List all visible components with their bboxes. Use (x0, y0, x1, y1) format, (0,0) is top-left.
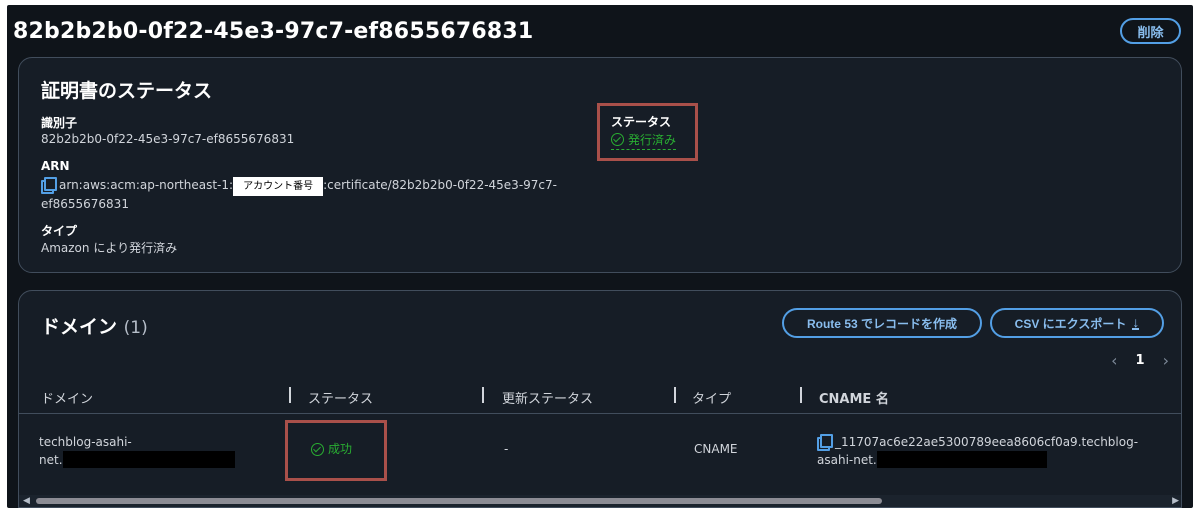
table-row-renewal-status: - (504, 442, 509, 456)
type-value: Amazon により発行済み (41, 241, 178, 255)
type-label: タイプ (41, 224, 78, 238)
create-route53-record-button[interactable]: Route 53 でレコードを作成 (782, 308, 982, 338)
next-page-button[interactable]: › (1163, 351, 1169, 370)
status-highlight-box (597, 103, 698, 161)
domain-redaction (62, 451, 235, 468)
column-header-cname-name[interactable]: CNAME 名 (819, 388, 889, 407)
page-title: 82b2b2b0-0f22-45e3-97c7-ef8655676831 (13, 19, 534, 44)
column-separator[interactable] (482, 387, 484, 403)
identifier-label: 識別子 (41, 116, 78, 130)
certificate-detail-page: 82b2b2b0-0f22-45e3-97c7-ef8655676831 削除 … (7, 5, 1193, 508)
arn-value: arn:aws:acm:ap-northeast-1: アカウント番号:certi… (41, 177, 601, 213)
page-number[interactable]: 1 (1136, 353, 1145, 368)
export-csv-button[interactable]: CSV にエクスポート ↓ (990, 308, 1164, 338)
scroll-left-icon[interactable]: ◀ (23, 496, 30, 506)
domain-line2: net. (39, 453, 63, 467)
column-separator[interactable] (289, 387, 291, 403)
domains-panel: ドメイン (1) Route 53 でレコードを作成 CSV にエクスポート ↓… (18, 290, 1182, 508)
column-header-type[interactable]: タイプ (692, 388, 731, 407)
domains-heading-text: ドメイン (41, 316, 118, 338)
domains-count: (1) (123, 318, 148, 338)
arn-suffix-line2: ef8655676831 (41, 197, 129, 211)
header-divider (19, 413, 1181, 414)
cname-redaction (876, 451, 1047, 468)
export-csv-label: CSV にエクスポート (1014, 316, 1127, 331)
column-header-domain[interactable]: ドメイン (41, 388, 93, 407)
column-separator[interactable] (674, 387, 676, 403)
scroll-right-icon[interactable]: ▶ (1172, 496, 1179, 506)
success-highlight-box (285, 420, 387, 481)
copy-icon[interactable] (41, 177, 57, 194)
account-number-redaction: アカウント番号 (233, 177, 324, 196)
pagination: ‹ 1 › (1111, 351, 1169, 370)
scrollbar-thumb[interactable] (36, 498, 882, 504)
column-header-status[interactable]: ステータス (308, 388, 373, 407)
cname-line2: asahi-net. (817, 453, 877, 467)
table-row-domain: techblog-asahi- net. (39, 434, 235, 469)
download-icon: ↓ (1132, 314, 1140, 330)
arn-prefix: arn:aws:acm:ap-northeast-1: (59, 178, 234, 192)
domains-heading: ドメイン (1) (41, 312, 148, 339)
certificate-status-heading: 証明書のステータス (41, 80, 213, 102)
column-separator[interactable] (800, 387, 802, 403)
copy-icon[interactable] (817, 434, 833, 451)
arn-suffix: :certificate/82b2b2b0-0f22-45e3-97c7- (323, 178, 557, 192)
arn-label: ARN (41, 159, 70, 173)
previous-page-button[interactable]: ‹ (1111, 351, 1117, 370)
certificate-status-panel: 証明書のステータス 識別子 82b2b2b0-0f22-45e3-97c7-ef… (18, 57, 1182, 273)
identifier-value: 82b2b2b0-0f22-45e3-97c7-ef8655676831 (41, 132, 295, 146)
column-header-renewal-status[interactable]: 更新ステータス (502, 388, 593, 407)
horizontal-scrollbar[interactable]: ◀ ▶ (19, 495, 1181, 507)
table-row-type: CNAME (694, 442, 738, 456)
create-route53-record-label: Route 53 でレコードを作成 (806, 316, 957, 331)
domain-line1: techblog-asahi- (39, 435, 132, 449)
table-row-cname-name: _11707ac6e22ae5300789eea8606cf0a9.techbl… (817, 434, 1177, 469)
delete-button[interactable]: 削除 (1120, 18, 1181, 44)
cname-line1: _11707ac6e22ae5300789eea8606cf0a9.techbl… (835, 435, 1139, 449)
